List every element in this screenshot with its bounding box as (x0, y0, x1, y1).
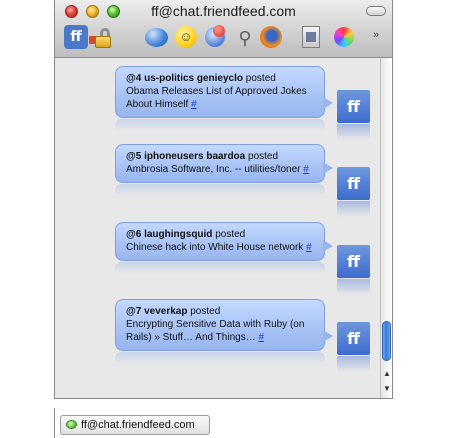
message-text: Chinese hack into White House network (126, 242, 304, 253)
window-edge (54, 408, 55, 438)
message-user: laughingsquid (144, 229, 213, 240)
message-text: Obama Releases List of Approved Jokes Ab… (126, 86, 307, 110)
status-icon[interactable] (205, 25, 225, 47)
chat-window: ff@chat.friendfeed.com ff ☺ ⚲ » @4 us-po… (54, 0, 393, 399)
toolbar-toggle-button[interactable] (366, 6, 386, 16)
message-list[interactable]: @4 us-politics genieyclo posted Obama Re… (55, 58, 380, 398)
message-number: @5 (126, 151, 142, 162)
message-user: veverkap (144, 306, 188, 317)
avatar-reflection (337, 356, 370, 372)
bubble-reflection (115, 352, 325, 364)
avatar-reflection (337, 279, 370, 295)
message-link[interactable]: # (191, 99, 197, 110)
plug-icon[interactable]: ⚲ (234, 27, 256, 49)
message-bubble: @5 iphoneusers baardoa posted Ambrosia S… (115, 144, 333, 183)
message-verb: posted (248, 151, 279, 162)
message-user: us-politics genieyclo (144, 73, 244, 84)
tab-label: ff@chat.friendfeed.com (81, 419, 195, 431)
message-text: Ambrosia Software, Inc. -- utilities/ton… (126, 164, 301, 175)
list-item: @5 iphoneusers baardoa posted Ambrosia S… (115, 144, 333, 196)
message-bubble: @4 us-politics genieyclo posted Obama Re… (115, 66, 333, 118)
toolbar-overflow-icon[interactable]: » (373, 29, 392, 53)
color-wheel-icon[interactable] (334, 27, 354, 47)
avatar: ff (337, 322, 370, 355)
scroll-up-icon[interactable]: ▲ (383, 369, 391, 378)
message-number: @7 (126, 306, 142, 317)
avatar: ff (337, 167, 370, 200)
scrollbar-thumb[interactable] (382, 321, 391, 361)
friendfeed-icon[interactable]: ff (64, 25, 88, 49)
list-item: @6 laughingsquid posted Chinese hack int… (115, 222, 333, 274)
message-bubble: @6 laughingsquid posted Chinese hack int… (115, 222, 333, 261)
lock-icon[interactable] (89, 28, 111, 48)
message-number: @4 (126, 73, 142, 84)
message-link[interactable]: # (258, 332, 264, 343)
message-verb: posted (245, 73, 276, 84)
status-bubble-icon (66, 420, 77, 429)
window-title: ff@chat.friendfeed.com (151, 3, 296, 19)
avatar-reflection (337, 124, 370, 140)
message-verb: posted (190, 306, 221, 317)
message-text: Encrypting Sensitive Data with Ruby (on … (126, 319, 305, 343)
document-icon[interactable] (302, 26, 320, 48)
message-number: @6 (126, 229, 142, 240)
title-bar[interactable]: ff@chat.friendfeed.com ff ☺ ⚲ » (55, 0, 392, 58)
firefox-icon[interactable] (260, 26, 282, 48)
bubble-reflection (115, 262, 325, 274)
message-link[interactable]: # (303, 164, 309, 175)
avatar-reflection (337, 201, 370, 217)
message-link[interactable]: # (306, 242, 312, 253)
vertical-scrollbar[interactable]: ▲ ▼ (380, 58, 392, 398)
avatar: ff (337, 90, 370, 123)
smiley-icon[interactable]: ☺ (175, 26, 197, 48)
list-item: @4 us-politics genieyclo posted Obama Re… (115, 66, 333, 131)
message-user: iphoneusers baardoa (144, 151, 246, 162)
message-bubble: @7 veverkap posted Encrypting Sensitive … (115, 299, 333, 351)
list-item: @7 veverkap posted Encrypting Sensitive … (115, 299, 333, 364)
chat-tab[interactable]: ff@chat.friendfeed.com (60, 415, 210, 435)
message-verb: posted (215, 229, 246, 240)
bubble-reflection (115, 119, 325, 131)
scroll-down-icon[interactable]: ▼ (383, 384, 391, 393)
chat-bubble-icon[interactable] (145, 28, 168, 47)
bubble-reflection (115, 184, 325, 196)
avatar: ff (337, 245, 370, 278)
